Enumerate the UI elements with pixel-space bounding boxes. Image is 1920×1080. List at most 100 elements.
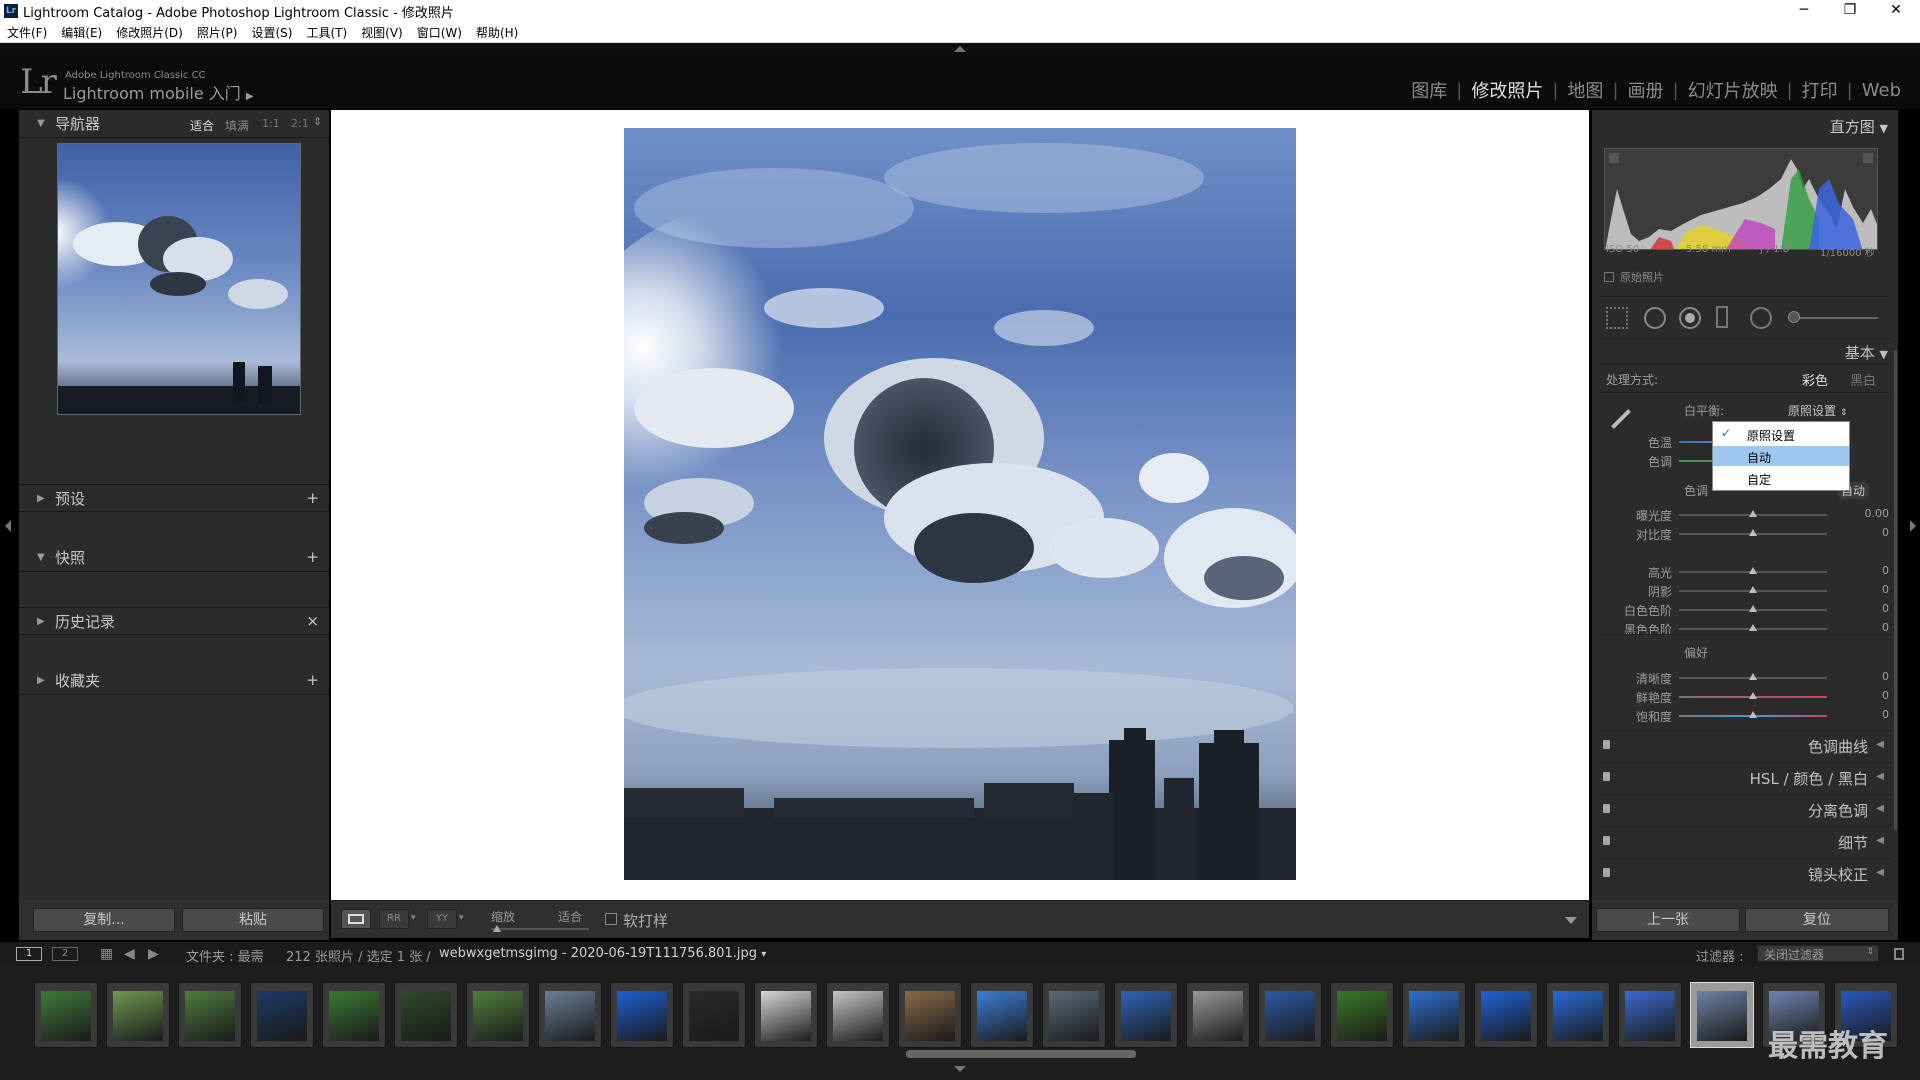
filmstrip-thumbnail[interactable] <box>1474 982 1538 1048</box>
dropdown-arrow-icon[interactable]: ▾ <box>411 913 416 923</box>
back-arrow-icon[interactable]: ◀ <box>124 946 135 962</box>
slider-tone-3[interactable]: 阴影 0 <box>1592 581 1898 599</box>
filmstrip-thumbnail[interactable] <box>1330 982 1394 1048</box>
filter-select[interactable]: 关闭过滤器 ⇕ <box>1757 945 1879 962</box>
presets-header[interactable]: ▶ 预设 + <box>19 484 329 512</box>
slider-tone-0[interactable]: 曝光度 0.00 <box>1592 505 1898 523</box>
dropdown-arrow-icon[interactable]: ▾ <box>459 913 464 923</box>
slider-presence-0[interactable]: 清晰度 0 <box>1592 668 1898 686</box>
wb-option-custom[interactable]: 自定 <box>1713 468 1849 488</box>
filmstrip-thumbnail[interactable] <box>970 982 1034 1048</box>
module-book[interactable]: 画册 <box>1619 77 1673 103</box>
original-photo-checkbox[interactable] <box>1604 272 1614 282</box>
wb-option-as-shot[interactable]: ✓ 原照设置 <box>1713 424 1849 444</box>
loupe-view-button[interactable] <box>341 909 371 929</box>
mobile-getting-started[interactable]: Lightroom mobile 入门 ▶ <box>63 80 254 104</box>
forward-arrow-icon[interactable]: ▶ <box>148 946 159 962</box>
panel-toggle-icon[interactable] <box>1603 740 1610 749</box>
module-print[interactable]: 打印 <box>1793 77 1847 103</box>
menu-view[interactable]: 视图(V) <box>361 24 403 41</box>
radial-filter-icon[interactable] <box>1750 307 1772 329</box>
filmstrip-thumbnail[interactable] <box>1114 982 1178 1048</box>
slider-tone-2[interactable]: 高光 0 <box>1592 562 1898 580</box>
histogram-header[interactable]: 直方图 ▼ <box>1830 116 1888 137</box>
folder-source[interactable]: 文件夹 : 最需 <box>186 946 264 965</box>
basic-header[interactable]: 基本 ▼ <box>1845 342 1888 363</box>
navigator-preview[interactable] <box>57 143 301 415</box>
slider-tone-4[interactable]: 白色色阶 0 <box>1592 600 1898 618</box>
panel-toggle-icon[interactable] <box>1603 868 1610 877</box>
filmstrip-thumbnail[interactable] <box>394 982 458 1048</box>
panel-section-0[interactable]: 色调曲线 ◀ <box>1600 730 1890 758</box>
filmstrip-thumbnail[interactable] <box>682 982 746 1048</box>
panel-section-4[interactable]: 镜头校正 ◀ <box>1600 858 1890 886</box>
menu-window[interactable]: 窗口(W) <box>417 24 462 41</box>
filmstrip-thumbnail[interactable] <box>106 982 170 1048</box>
filmstrip-thumbnail[interactable] <box>1186 982 1250 1048</box>
filmstrip-thumbnail[interactable] <box>1042 982 1106 1048</box>
zoom-2-1[interactable]: 2:1 <box>291 117 309 130</box>
filmstrip-thumbnail[interactable] <box>1690 982 1754 1048</box>
copy-button[interactable]: 复制... <box>33 908 175 932</box>
adjustment-brush-icon[interactable] <box>1788 311 1800 323</box>
menu-tools[interactable]: 工具(T) <box>306 24 347 41</box>
before-after-lr-icon[interactable]: RR <box>379 909 409 929</box>
treatment-color[interactable]: 彩色 <box>1802 370 1828 389</box>
collections-header[interactable]: ▶ 收藏夹 + <box>19 667 329 695</box>
slider-tone-1[interactable]: 对比度 0 <box>1592 524 1898 542</box>
graduated-filter-icon[interactable] <box>1716 306 1728 328</box>
filmstrip-thumbnail[interactable] <box>826 982 890 1048</box>
menu-help[interactable]: 帮助(H) <box>476 24 518 41</box>
filmstrip-thumbnail[interactable] <box>1618 982 1682 1048</box>
add-preset-icon[interactable]: + <box>306 489 319 507</box>
menu-settings[interactable]: 设置(S) <box>251 24 292 41</box>
minimize-icon[interactable]: ─ <box>1781 0 1827 22</box>
shadow-clipping-icon[interactable] <box>1609 153 1619 163</box>
filmstrip-thumbnail[interactable] <box>898 982 962 1048</box>
before-after-tb-icon[interactable]: YY <box>427 909 457 929</box>
filmstrip-thumbnail[interactable] <box>1258 982 1322 1048</box>
filter-lock-icon[interactable] <box>1894 948 1904 960</box>
adjustment-brush-slider[interactable] <box>1788 317 1878 319</box>
paste-button[interactable]: 粘贴 <box>182 908 324 932</box>
menu-file[interactable]: 文件(F) <box>7 24 47 41</box>
filmstrip-thumbnail[interactable] <box>1402 982 1466 1048</box>
filmstrip-thumbnail[interactable] <box>250 982 314 1048</box>
crop-tool-icon[interactable] <box>1606 307 1628 329</box>
filmstrip-thumbnail[interactable] <box>34 982 98 1048</box>
histogram-graph[interactable] <box>1604 148 1878 250</box>
add-snapshot-icon[interactable]: + <box>306 548 319 566</box>
right-panel-scrollbar[interactable] <box>1894 350 1897 830</box>
module-library[interactable]: 图库 <box>1402 77 1456 103</box>
zoom-stepper-icon[interactable]: ⇕ <box>313 115 322 128</box>
filmstrip-thumbnail[interactable] <box>610 982 674 1048</box>
navigator-header[interactable]: ▼ 导航器 适合 填满 1:1 2:1 ⇕ <box>19 110 329 138</box>
treatment-bw[interactable]: 黑白 <box>1850 370 1876 389</box>
close-icon[interactable]: ✕ <box>1873 0 1919 22</box>
main-photo[interactable] <box>624 128 1296 880</box>
filmstrip-thumbnail[interactable] <box>322 982 386 1048</box>
panel-toggle-icon[interactable] <box>1603 772 1610 781</box>
highlight-clipping-icon[interactable] <box>1863 153 1873 163</box>
snapshots-header[interactable]: ▼ 快照 + <box>19 544 329 572</box>
add-collection-icon[interactable]: + <box>306 671 319 689</box>
zoom-fit[interactable]: 适合 <box>190 117 214 134</box>
wb-eyedropper-icon[interactable] <box>1606 406 1632 432</box>
wb-option-auto[interactable]: 自动 <box>1713 446 1849 466</box>
collapse-right-icon[interactable] <box>1910 520 1916 532</box>
filename[interactable]: webwxgetmsgimg - 2020-06-19T111756.801.j… <box>439 946 766 961</box>
panel-toggle-icon[interactable] <box>1603 804 1610 813</box>
filmstrip-thumbnail[interactable] <box>466 982 530 1048</box>
redeye-icon[interactable] <box>1679 307 1701 329</box>
panel-section-3[interactable]: 细节 ◀ <box>1600 826 1890 854</box>
previous-button[interactable]: 上一张 <box>1596 908 1740 932</box>
filmstrip-thumbnail[interactable] <box>754 982 818 1048</box>
slider-presence-1[interactable]: 鲜艳度 0 <box>1592 687 1898 705</box>
panel-section-2[interactable]: 分离色调 ◀ <box>1600 794 1890 822</box>
filmstrip-scrollbar[interactable] <box>906 1050 1136 1058</box>
zoom-1-1[interactable]: 1:1 <box>262 117 280 130</box>
filmstrip-thumbnail[interactable] <box>538 982 602 1048</box>
menu-edit[interactable]: 编辑(E) <box>61 24 102 41</box>
zoom-fill[interactable]: 填满 <box>225 117 249 134</box>
filmstrip-thumbnail[interactable] <box>1546 982 1610 1048</box>
